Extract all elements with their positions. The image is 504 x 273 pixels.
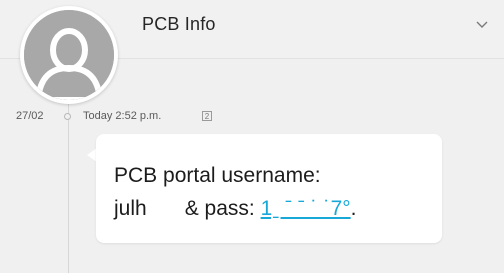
message-bubble[interactable]: PCB portal username: julh & pass: 1ˍ ˉ ˉ …: [96, 134, 442, 243]
chevron-down-icon[interactable]: [470, 12, 494, 36]
message-text: PCB portal username: julh & pass: 1ˍ ˉ ˉ …: [114, 159, 434, 225]
message-line-2: julh & pass: 1ˍ ˉ ˉ ˙ ˙7°.: [114, 192, 434, 225]
avatar-placeholder-icon[interactable]: [24, 10, 114, 100]
timeline-dot: [64, 113, 71, 120]
message-timestamp: Today 2:52 p.m.: [83, 110, 162, 122]
contact-name[interactable]: PCB Info: [142, 14, 216, 35]
message-date: 27/02: [16, 110, 44, 122]
password-link[interactable]: 1ˍ ˉ ˉ ˙ ˙7°: [261, 197, 351, 220]
conversation-screen: PCB Info 27/02 Today 2:52 p.m. 2 PCB por…: [0, 0, 504, 273]
sim-slot-icon: 2: [202, 111, 212, 121]
message-trailing-period: .: [350, 197, 357, 220]
pass-label: & pass:: [184, 197, 255, 220]
timeline-line: [68, 96, 69, 273]
username-text: julh: [114, 197, 147, 220]
message-line-1: PCB portal username:: [114, 164, 321, 187]
